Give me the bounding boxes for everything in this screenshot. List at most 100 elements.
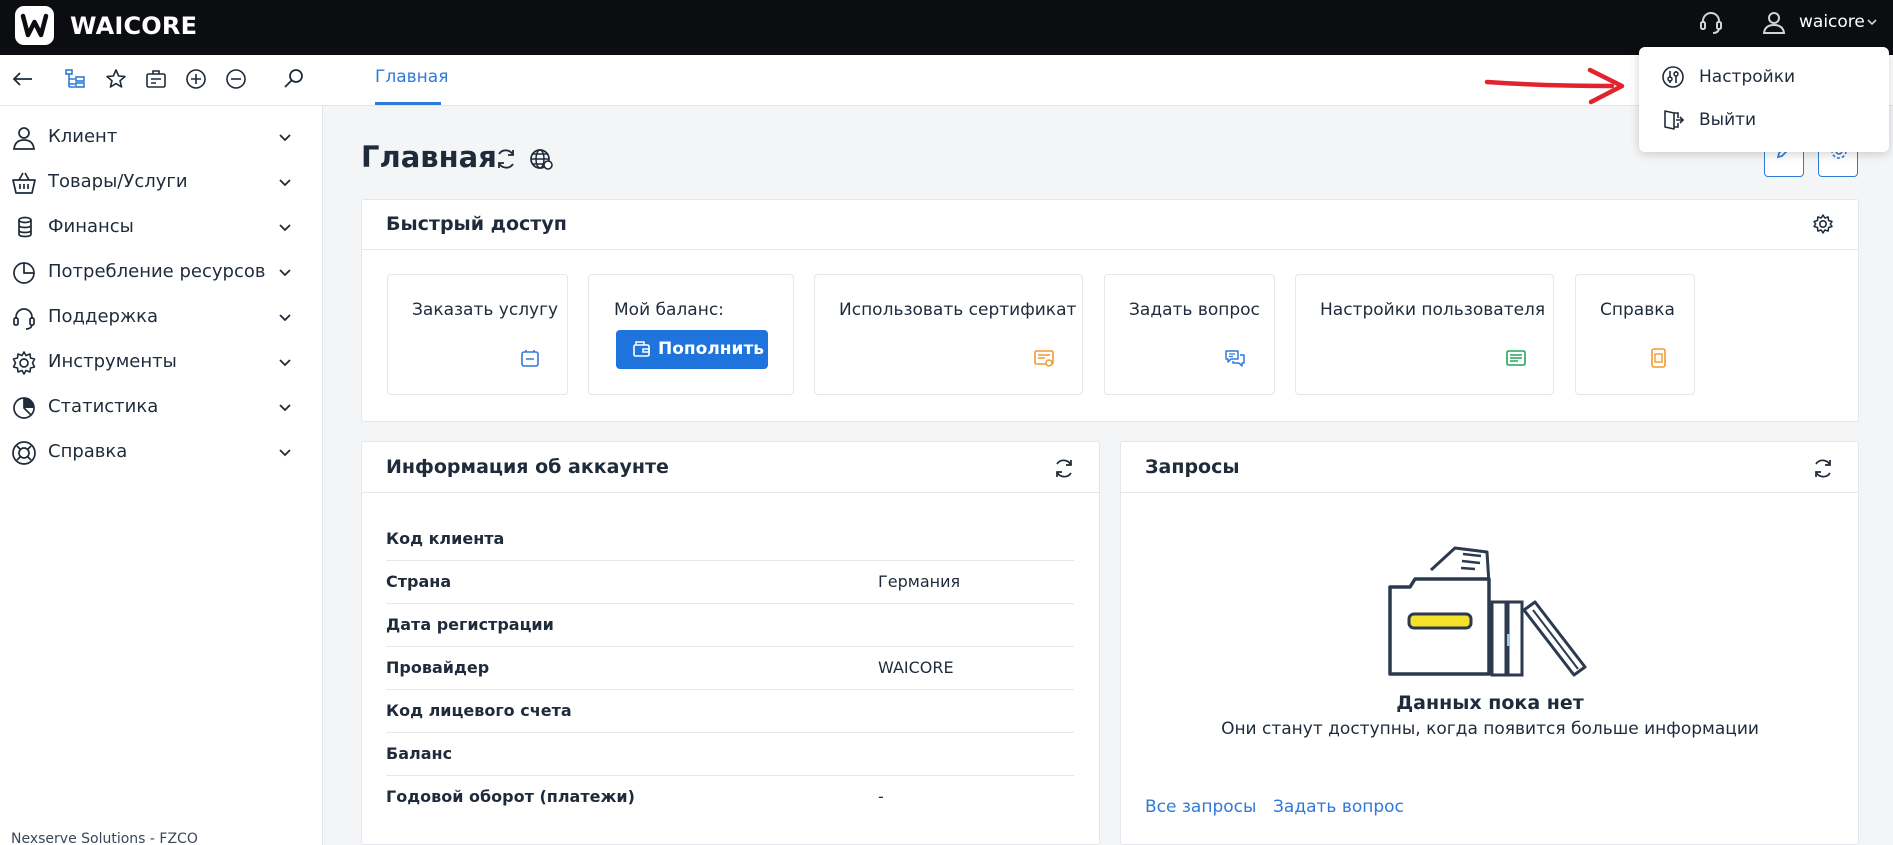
info-value-annual-turnover: -	[878, 787, 884, 806]
sidebar-item-tools[interactable]: Инструменты	[0, 340, 322, 385]
order-icon	[521, 350, 539, 367]
chevron-down-icon[interactable]	[1866, 17, 1878, 27]
star-icon[interactable]	[104, 67, 128, 91]
certificate-icon	[1034, 350, 1054, 367]
divider	[1121, 492, 1858, 493]
sidebar-item-client[interactable]: Клиент	[0, 115, 322, 160]
back-arrow-icon[interactable]	[11, 67, 35, 91]
chevron-down-icon	[279, 449, 291, 457]
chevron-down-icon	[279, 134, 291, 142]
sidebar-item-statistics[interactable]: Статистика	[0, 385, 322, 430]
empty-state-subtitle: Они станут доступны, когда появится боль…	[1221, 719, 1759, 739]
info-value-country: Германия	[878, 572, 961, 591]
sliders-icon	[1662, 66, 1684, 88]
menu-item-logout[interactable]: Выйти	[1639, 99, 1889, 141]
info-key-registration-date: Дата регистрации	[386, 615, 554, 634]
sidebar-item-label: Справка	[48, 441, 128, 462]
sidebar-item-goods[interactable]: Товары/Услуги	[0, 160, 322, 205]
balance-label: Мой баланс:	[614, 300, 724, 320]
sidebar-item-support[interactable]: Поддержка	[0, 295, 322, 340]
user-icon[interactable]	[1761, 9, 1787, 35]
row-divider	[386, 603, 1074, 604]
user-settings-icon	[1506, 350, 1526, 366]
search-icon[interactable]	[282, 67, 306, 91]
globe-settings-icon[interactable]	[528, 146, 554, 172]
all-requests-link[interactable]: Все запросы	[1145, 797, 1256, 817]
sidebar-item-label: Клиент	[48, 126, 118, 147]
refresh-icon[interactable]	[1052, 456, 1076, 480]
client-icon	[13, 127, 35, 150]
wallet-icon	[633, 341, 650, 357]
document-icon	[1651, 348, 1666, 368]
row-divider	[386, 732, 1074, 733]
headset-icon	[13, 308, 35, 330]
top-up-label: Пополнить	[658, 339, 765, 359]
sidebar-item-label: Поддержка	[48, 306, 159, 327]
user-dropdown-menu: Настройки Выйти	[1639, 47, 1889, 152]
quick-tile-order[interactable]	[387, 274, 568, 395]
username[interactable]: waicore	[1799, 12, 1865, 32]
quick-tile-certificate[interactable]	[814, 274, 1083, 395]
chevron-down-icon	[279, 224, 291, 232]
chevron-down-icon	[279, 404, 291, 412]
top-up-button[interactable]: Пополнить	[616, 330, 768, 369]
chevron-down-icon	[279, 179, 291, 187]
coins-icon	[18, 216, 32, 238]
row-divider	[386, 646, 1074, 647]
tree-view-icon[interactable]	[63, 67, 87, 91]
sidebar-item-label: Инструменты	[48, 351, 177, 372]
sidebar-item-finance[interactable]: Финансы	[0, 205, 322, 250]
annotation-arrow	[1484, 67, 1625, 105]
quick-tile-ask[interactable]	[1104, 274, 1275, 395]
briefcase-icon[interactable]	[144, 67, 168, 91]
quick-tile-label: Использовать сертификат	[839, 300, 1077, 320]
page-title: Главная	[361, 140, 497, 174]
pie-chart-icon	[13, 262, 35, 284]
menu-item-label: Настройки	[1699, 67, 1796, 87]
tab-main[interactable]: Главная	[375, 67, 448, 87]
active-tab-indicator	[375, 102, 441, 105]
chevron-down-icon	[279, 269, 291, 277]
sidebar-item-help[interactable]: Справка	[0, 430, 322, 475]
logout-icon	[1664, 110, 1685, 130]
info-key-client-code: Код клиента	[386, 529, 505, 548]
chevron-down-icon	[279, 314, 291, 322]
chat-icon	[1225, 350, 1245, 367]
company-footer: Nexserve Solutions - FZCO	[11, 831, 198, 845]
row-divider	[386, 775, 1074, 776]
info-key-country: Страна	[386, 572, 452, 591]
account-info-card	[361, 441, 1100, 845]
sidebar-item-label: Товары/Услуги	[48, 171, 188, 192]
quick-tile-label: Задать вопрос	[1129, 300, 1260, 320]
expand-all-icon[interactable]	[184, 67, 208, 91]
sidebar-item-label: Финансы	[48, 216, 134, 237]
quick-tile-user-settings[interactable]	[1295, 274, 1554, 395]
basket-icon	[12, 172, 36, 194]
divider	[362, 249, 1858, 250]
quick-tile-help[interactable]	[1575, 274, 1695, 395]
headset-icon[interactable]	[1698, 9, 1724, 35]
app-name: WAICORE	[70, 12, 198, 40]
logo-icon[interactable]	[15, 6, 54, 45]
divider	[362, 492, 1099, 493]
menu-item-label: Выйти	[1699, 110, 1757, 130]
gear-icon	[12, 351, 36, 375]
refresh-icon[interactable]	[1811, 456, 1835, 480]
refresh-icon[interactable]	[493, 146, 519, 172]
info-key-annual-turnover: Годовой оборот (платежи)	[386, 787, 635, 806]
stats-icon	[13, 397, 35, 419]
gear-icon[interactable]	[1812, 213, 1834, 235]
ask-question-link[interactable]: Задать вопрос	[1273, 797, 1404, 817]
sidebar-item-label: Статистика	[48, 396, 159, 417]
menu-item-settings[interactable]: Настройки	[1639, 56, 1889, 98]
sidebar-item-resources[interactable]: Потребление ресурсов	[0, 250, 322, 295]
info-key-balance: Баланс	[386, 744, 453, 763]
quick-tile-label: Справка	[1600, 300, 1675, 320]
collapse-all-icon[interactable]	[224, 67, 248, 91]
quick-access-title: Быстрый доступ	[386, 213, 567, 235]
chevron-down-icon	[279, 359, 291, 367]
requests-title: Запросы	[1145, 456, 1240, 478]
info-value-provider: WAICORE	[878, 658, 954, 677]
quick-tile-label: Заказать услугу	[412, 300, 559, 320]
info-key-provider: Провайдер	[386, 658, 490, 677]
